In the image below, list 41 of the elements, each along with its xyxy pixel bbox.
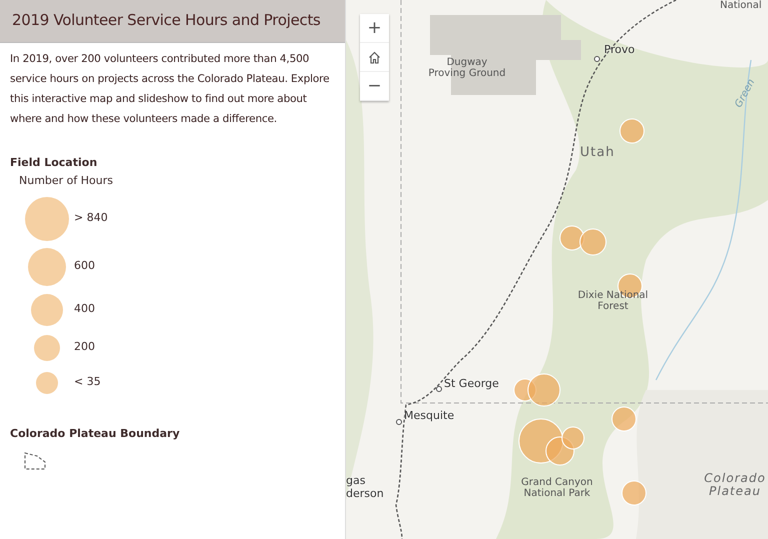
legend-circle-icon — [31, 294, 63, 326]
legend-circle-icon — [34, 334, 60, 360]
legend-title: Colorado Plateau Boundary — [9, 426, 181, 442]
city-dot-icon — [594, 56, 600, 62]
map-label: Dixie National Forest — [576, 290, 650, 312]
zoom-button[interactable]: − — [360, 72, 389, 101]
map-label: St George — [444, 378, 499, 390]
volunteer-site-marker[interactable] — [620, 118, 644, 144]
volunteer-site-marker[interactable] — [622, 480, 646, 506]
city-dot-icon — [436, 386, 442, 392]
zoom-in-button[interactable]: + — [360, 14, 389, 43]
volunteer-site-marker[interactable] — [560, 226, 584, 250]
map-label: Grand Canyon National Park — [520, 477, 594, 499]
page-title: 2019 Volunteer Service Hours and Projects — [0, 0, 345, 42]
home-icon — [368, 50, 381, 64]
home-button[interactable] — [360, 43, 389, 72]
volunteer-site-marker[interactable] — [562, 426, 584, 450]
legend-label: 600 — [74, 258, 95, 274]
map-label: National — [720, 0, 762, 11]
map-label: Mesquite — [404, 410, 454, 422]
map-label: derson — [346, 488, 384, 500]
volunteer-site-marker[interactable] — [612, 406, 636, 432]
legend-label: 200 — [74, 339, 95, 356]
legend-label: > 840 — [74, 210, 108, 226]
legend-title: Field Location — [9, 154, 98, 170]
map-label: Provo — [604, 44, 635, 56]
volunteer-site-marker[interactable] — [528, 374, 560, 406]
legend-label: < 35 — [74, 374, 101, 390]
map-label: Dugway Proving Ground — [428, 57, 506, 79]
dashed-boundary-icon — [24, 452, 46, 470]
city-dot-icon — [396, 419, 402, 425]
legend-label: 400 — [74, 301, 95, 318]
legend-subtitle: Number of Hours — [18, 173, 114, 189]
legend-circle-icon — [28, 248, 66, 286]
legend-circle-icon — [36, 372, 58, 394]
map-label: Utah — [580, 146, 615, 160]
map-label: Colorado Plateau — [703, 472, 767, 498]
map-label: gas — [346, 475, 366, 488]
description-paragraph: In 2019, over 200 volunteers contributed more than 4,500 service hours on projects across the Colorado Plateau. Explore this interactive map and slideshow to find out more about where and how these volunteers made a difference. — [9, 52, 330, 126]
legend-circle-icon — [25, 196, 69, 240]
volunteer-site-marker[interactable] — [580, 228, 606, 256]
